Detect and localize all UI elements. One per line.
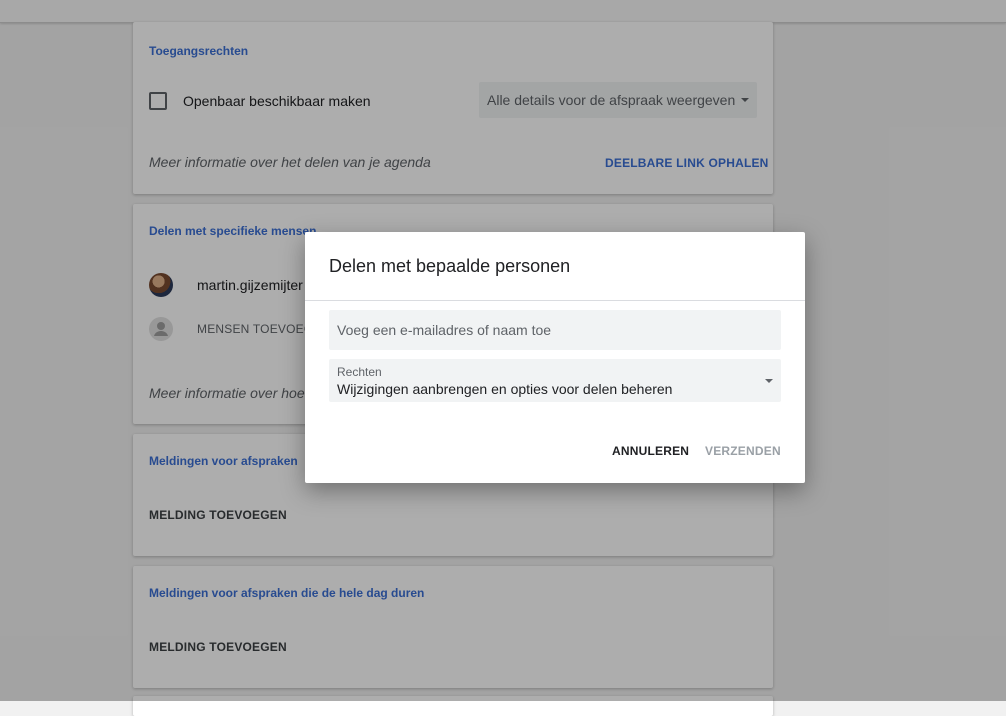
cancel-button[interactable]: ANNULEREN — [612, 444, 689, 458]
share-dialog: Delen met bepaalde personen Rechten Wijz… — [305, 232, 805, 483]
send-button[interactable]: VERZENDEN — [705, 444, 781, 458]
chevron-down-icon — [765, 379, 773, 383]
dialog-title: Delen met bepaalde personen — [329, 256, 571, 276]
permissions-value: Wijzigingen aanbrengen en opties voor de… — [337, 381, 673, 397]
permissions-select[interactable]: Rechten Wijzigingen aanbrengen en opties… — [329, 359, 781, 402]
email-input[interactable] — [329, 310, 781, 350]
permissions-label: Rechten — [337, 365, 382, 379]
dialog-divider — [305, 300, 805, 301]
